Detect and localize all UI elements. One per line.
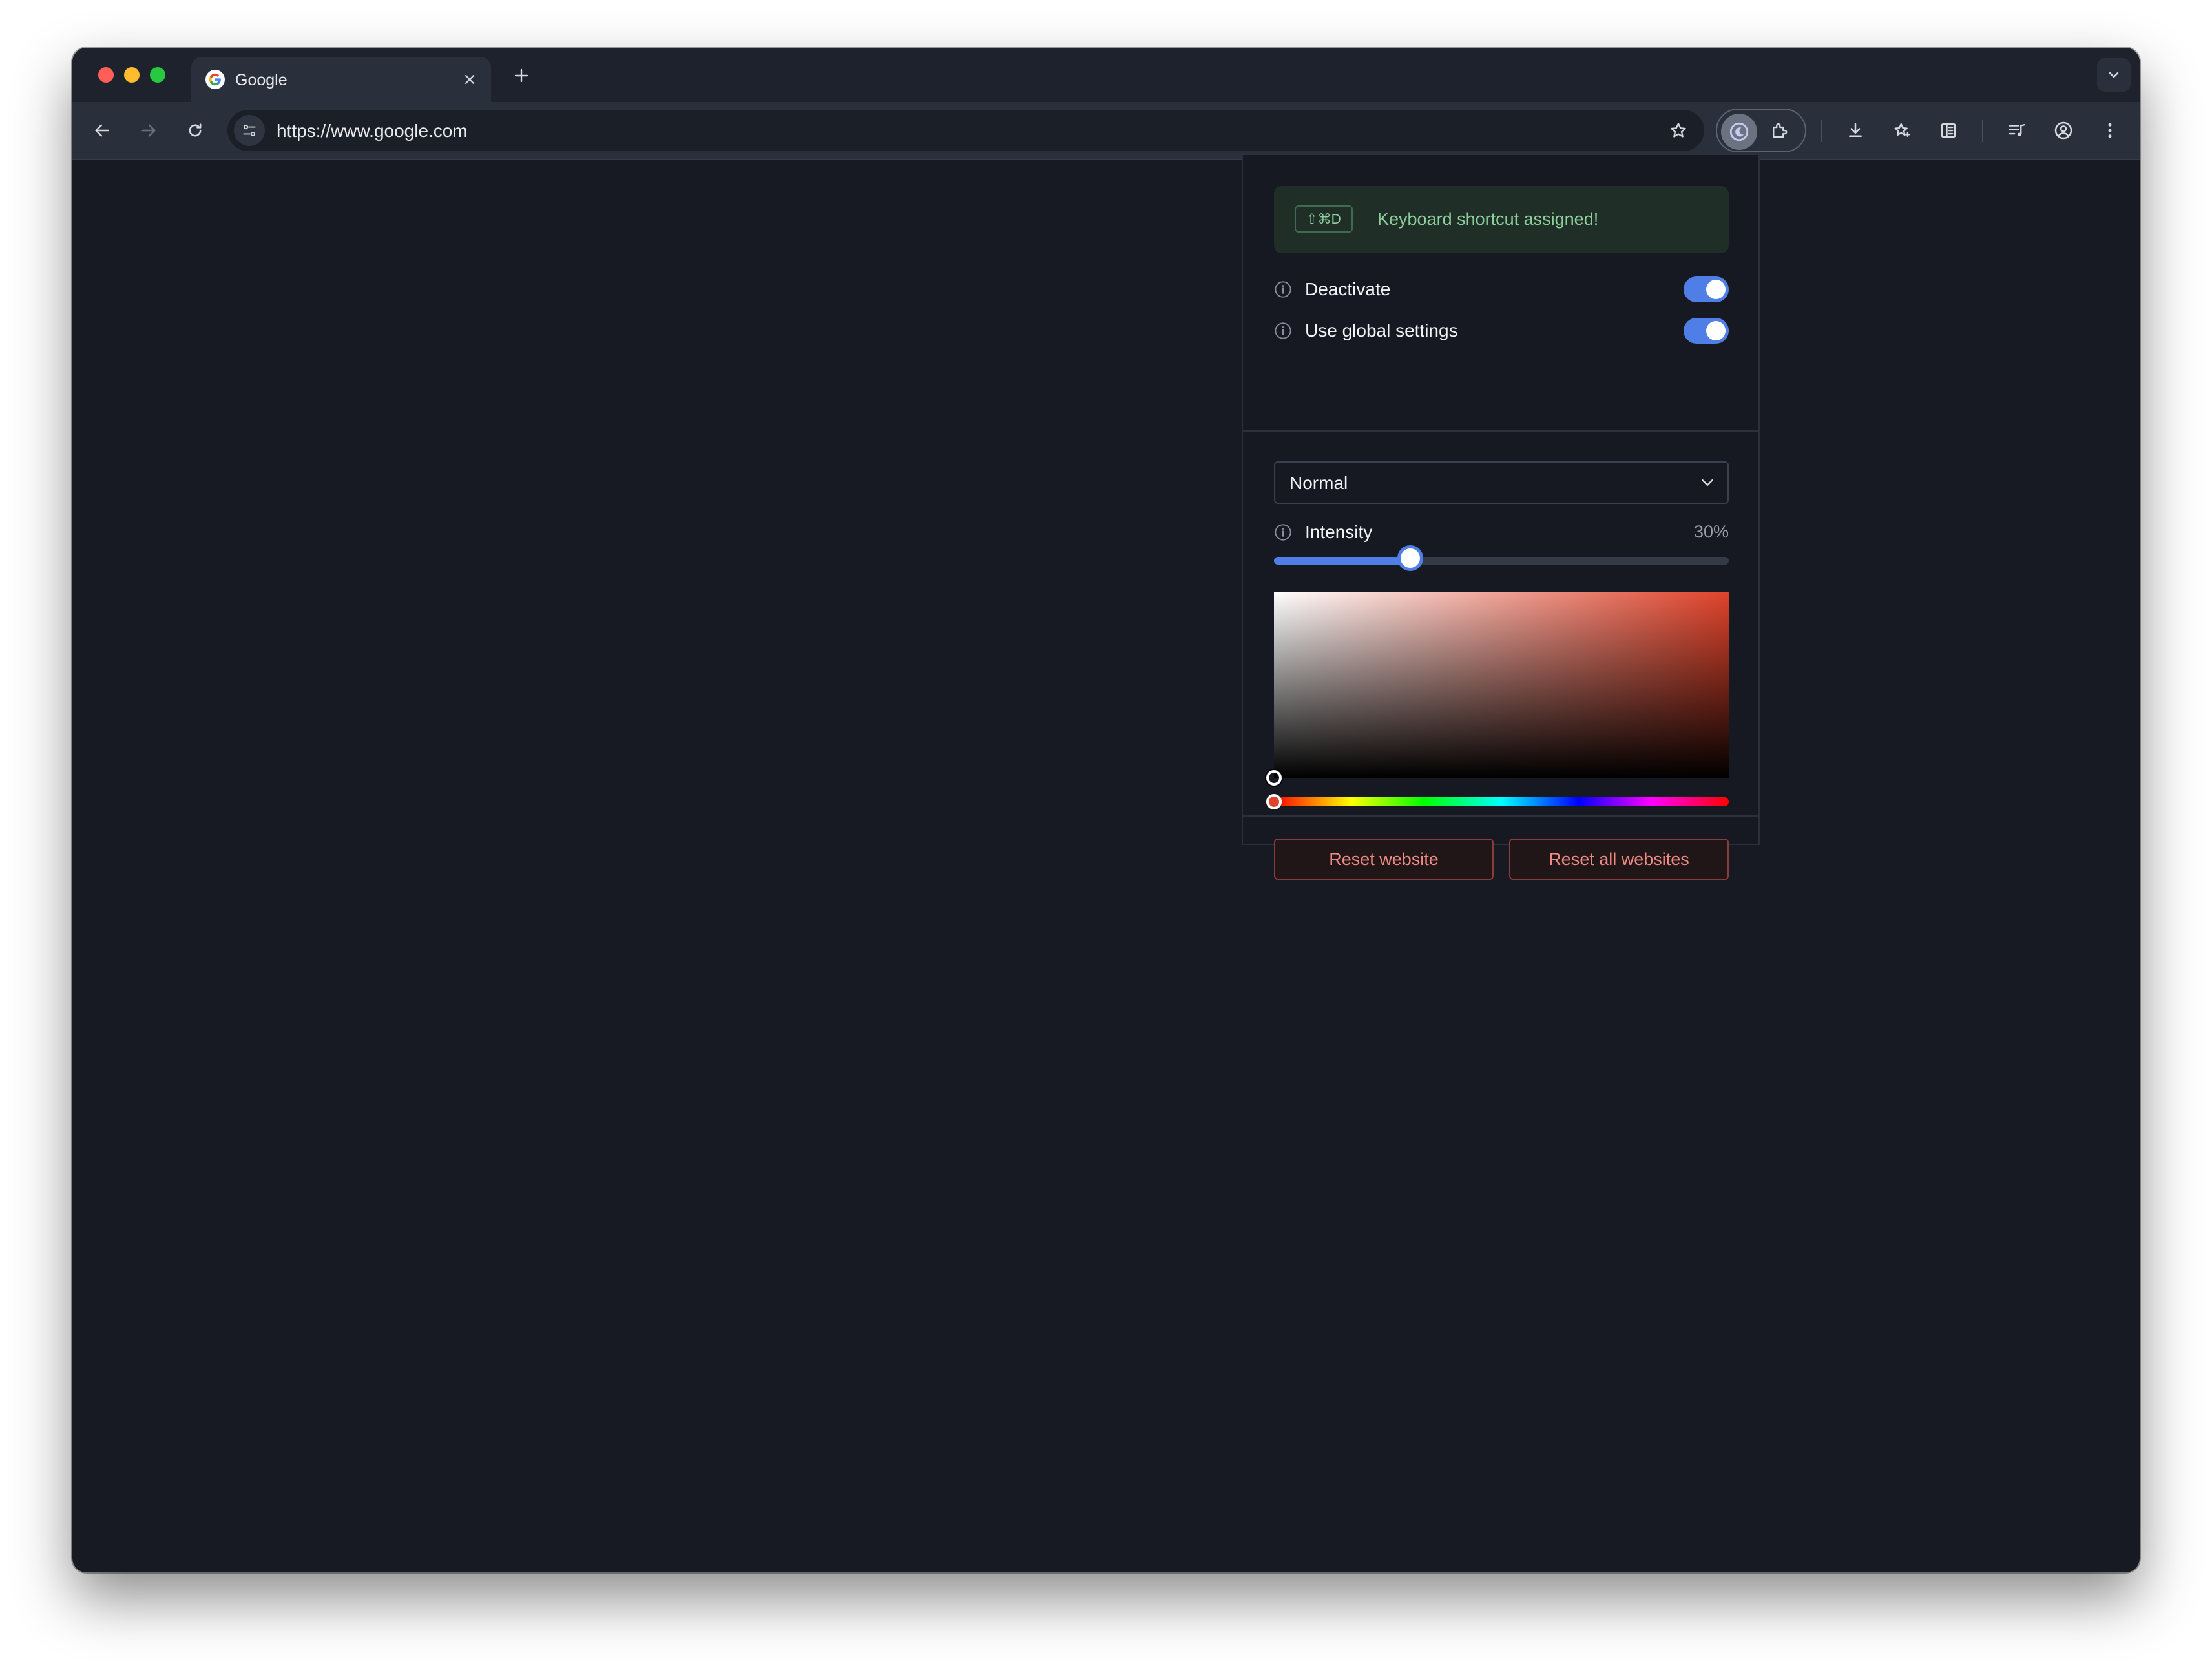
mode-select-value: Normal xyxy=(1289,473,1348,493)
address-bar[interactable]: https://www.google.com xyxy=(227,110,1704,151)
deactivate-row: Deactivate xyxy=(1274,274,1729,305)
site-settings-icon[interactable] xyxy=(234,115,265,146)
reload-icon[interactable] xyxy=(178,114,212,147)
maximize-window-button[interactable] xyxy=(150,67,165,83)
shortcut-keys: ⇧⌘D xyxy=(1295,205,1353,233)
banner-message: Keyboard shortcut assigned! xyxy=(1377,209,1599,229)
tab-google[interactable]: Google xyxy=(191,57,491,102)
color-picker-cursor[interactable] xyxy=(1266,770,1282,786)
info-icon[interactable] xyxy=(1274,523,1292,541)
intensity-slider-fill xyxy=(1274,557,1411,565)
new-tab-button[interactable] xyxy=(506,61,536,90)
back-icon[interactable] xyxy=(85,114,119,147)
section-divider xyxy=(1243,815,1758,817)
google-icon xyxy=(205,70,225,89)
global-settings-row: Use global settings xyxy=(1274,315,1729,346)
tab-title: Google xyxy=(235,71,287,89)
intensity-value: 30% xyxy=(1693,522,1729,541)
intensity-label: Intensity xyxy=(1305,522,1373,542)
tab-strip: Google xyxy=(72,48,2140,102)
dark-mode-extension-icon[interactable] xyxy=(1721,114,1757,150)
deactivate-toggle[interactable] xyxy=(1684,276,1729,302)
toggle-knob xyxy=(1706,321,1726,340)
browser-toolbar: https://www.google.com xyxy=(72,102,2140,160)
hue-slider[interactable] xyxy=(1266,794,1729,809)
dark-mode-popup: ⇧⌘D Keyboard shortcut assigned! Deactiva… xyxy=(1242,154,1760,880)
reset-all-websites-button[interactable]: Reset all websites xyxy=(1509,839,1729,880)
color-picker-area[interactable] xyxy=(1266,592,1729,786)
reading-list-icon[interactable] xyxy=(1932,114,1965,147)
toggle-knob xyxy=(1706,280,1726,299)
minimize-window-button[interactable] xyxy=(124,67,140,83)
browser-window: Google https://www.google.com ⇧⌘D Keyboa… xyxy=(72,48,2140,1572)
deactivate-label: Deactivate xyxy=(1305,279,1391,299)
intensity-row: Intensity 30% xyxy=(1274,517,1729,548)
mode-select[interactable]: Normal xyxy=(1274,461,1729,504)
download-icon[interactable] xyxy=(1839,114,1872,147)
section-divider xyxy=(1243,430,1758,432)
global-settings-toggle[interactable] xyxy=(1684,318,1729,344)
chevron-down-icon xyxy=(2109,72,2119,78)
profile-icon[interactable] xyxy=(2047,114,2080,147)
hue-slider-thumb[interactable] xyxy=(1266,794,1282,809)
close-window-button[interactable] xyxy=(98,67,114,83)
reset-website-button[interactable]: Reset website xyxy=(1274,839,1494,880)
close-icon[interactable] xyxy=(457,67,482,92)
info-icon[interactable] xyxy=(1274,280,1292,298)
extensions-puzzle-icon[interactable] xyxy=(1762,114,1796,147)
bookmark-star-icon[interactable] xyxy=(1663,115,1694,146)
info-icon[interactable] xyxy=(1274,322,1292,340)
url-text[interactable]: https://www.google.com xyxy=(276,121,468,141)
bookmarks-icon[interactable] xyxy=(1885,114,1919,147)
more-menu-icon[interactable] xyxy=(2093,114,2127,147)
chevron-down-icon xyxy=(1702,479,1713,486)
global-settings-label: Use global settings xyxy=(1305,320,1458,340)
intensity-slider[interactable] xyxy=(1274,545,1729,571)
toolbar-divider xyxy=(1982,120,1983,142)
forward-icon[interactable] xyxy=(132,114,165,147)
media-controls-icon[interactable] xyxy=(2000,114,2034,147)
tab-search-button[interactable] xyxy=(2097,58,2131,92)
toolbar-divider xyxy=(1821,120,1822,142)
shortcut-banner: ⇧⌘D Keyboard shortcut assigned! xyxy=(1274,186,1729,253)
intensity-slider-thumb[interactable] xyxy=(1397,545,1424,571)
